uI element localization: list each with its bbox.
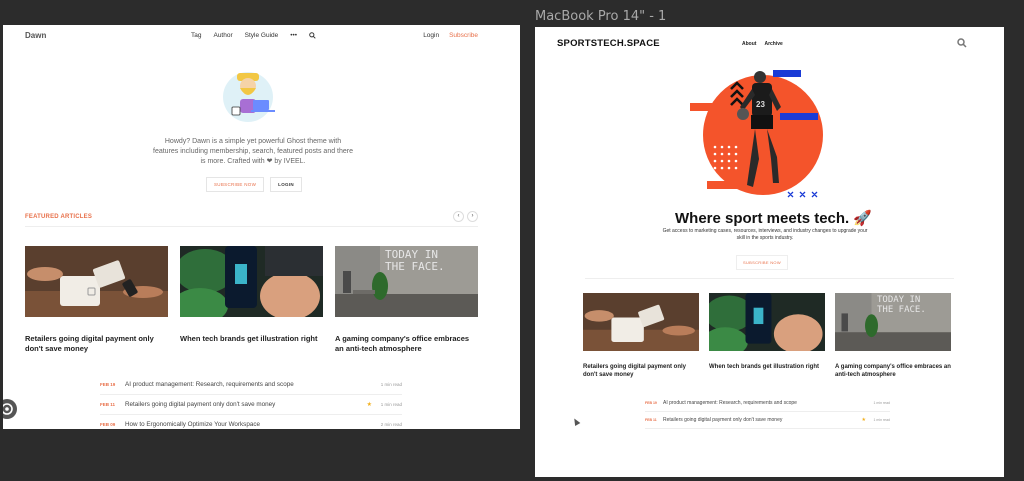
post-title[interactable]: AI product management: Research, require… [125, 381, 294, 388]
card-image [172, 246, 323, 324]
jersey-number: 23 [756, 100, 765, 109]
login-link[interactable]: Login [423, 32, 439, 39]
post-title[interactable]: How to Ergonomically Optimize Your Works… [125, 421, 260, 428]
card-title[interactable]: Retailers going digital payment only don… [25, 334, 168, 353]
post-date: FEB 11 [100, 402, 116, 407]
list-item[interactable]: FEB 11 Retailers going digital payment o… [645, 412, 890, 429]
nav-tag[interactable]: Tag [191, 32, 201, 39]
login-button[interactable]: LOGIN [270, 177, 302, 192]
nav-author[interactable]: Author [213, 32, 232, 39]
intro-text: Howdy? Dawn is a simple yet powerful Gho… [153, 138, 354, 165]
read-time: 1 min read [380, 382, 402, 387]
post-title[interactable]: AI product management: Research, require… [663, 400, 797, 406]
hero-basketball-illustration: 23 [690, 70, 823, 198]
sportstech-logo[interactable]: SPORTSTECH.SPACE [557, 38, 660, 49]
search-icon[interactable] [957, 38, 967, 48]
chevron-left-icon[interactable]: ‹ [453, 211, 464, 222]
wall-text: TODAY IN THE FACE. [877, 295, 926, 315]
author-illustration [223, 70, 281, 122]
post-date: FEB 09 [100, 422, 116, 427]
list-item[interactable]: FEB 19 AI product management: Research, … [645, 395, 890, 412]
dawn-logo[interactable]: Dawn [25, 31, 46, 40]
post-title[interactable]: Retailers going digital payment only don… [125, 401, 275, 408]
subscribe-link[interactable]: Subscribe [449, 32, 478, 39]
featured-heading: FEATURED ARTICLES [25, 214, 93, 220]
subscribe-now-button[interactable]: SUBSCRIBE NOW [736, 255, 788, 270]
auth-links: Login Subscribe [423, 32, 478, 39]
read-time: 1 min read [873, 418, 890, 422]
divider [25, 226, 478, 227]
featured-card[interactable]: TODAY IN THE FACE. A gaming company's of… [335, 246, 478, 353]
search-icon[interactable] [309, 32, 316, 39]
subheadline: Get access to marketing cases, resources… [662, 228, 868, 241]
read-time: 2 min read [380, 422, 402, 427]
nav-style-guide[interactable]: Style Guide [245, 32, 279, 39]
sportstech-menu: About Archive [742, 41, 783, 47]
featured-card[interactable]: Retailers going digital payment only don… [25, 246, 168, 353]
intro-buttons: SUBSCRIBE NOW LOGIN [206, 177, 302, 192]
nav-about[interactable]: About [742, 41, 756, 47]
frame-title: MacBook Pro 14" - 1 [535, 9, 667, 24]
dawn-frame: Dawn Tag Author Style Guide ••• Login Su… [3, 25, 520, 429]
featured-card[interactable]: When tech brands get illustration right [702, 293, 825, 372]
post-date: FEB 19 [100, 382, 116, 387]
post-title[interactable]: Retailers going digital payment only don… [663, 417, 782, 423]
star-icon: ★ [366, 402, 372, 408]
chevron-right-icon[interactable]: › [467, 211, 478, 222]
card-image [25, 246, 168, 317]
wall-text: TODAY IN THE FACE. [385, 248, 445, 273]
dawn-menu: Tag Author Style Guide ••• [191, 32, 316, 39]
list-item[interactable]: FEB 19 AI product management: Research, … [100, 375, 402, 395]
subscribe-now-button[interactable]: SUBSCRIBE NOW [206, 177, 265, 192]
card-image [702, 293, 825, 357]
carousel-arrows: ‹ › [453, 211, 478, 222]
read-time: 1 min read [873, 401, 890, 405]
read-time: 1 min read [380, 402, 402, 407]
card-title[interactable]: A gaming company's office embraces an an… [835, 364, 951, 379]
nav-more[interactable]: ••• [290, 32, 297, 39]
post-date: FEB 11 [645, 418, 657, 422]
nav-archive[interactable]: Archive [764, 41, 782, 47]
featured-card[interactable]: When tech brands get illustration right [172, 246, 323, 344]
post-date: FEB 19 [645, 401, 657, 405]
list-item[interactable]: FEB 11 Retailers going digital payment o… [100, 395, 402, 415]
featured-card[interactable]: TODAY IN THE FACE. A gaming company's of… [835, 293, 951, 379]
dawn-navbar: Dawn Tag Author Style Guide ••• Login Su… [3, 31, 520, 45]
featured-card[interactable]: Retailers going digital payment only don… [583, 293, 699, 379]
post-list: FEB 19 AI product management: Research, … [100, 375, 402, 429]
post-list: FEB 19 AI product management: Research, … [645, 395, 890, 429]
list-item[interactable]: FEB 09 How to Ergonomically Optimize You… [100, 415, 402, 429]
card-title[interactable]: A gaming company's office embraces an an… [335, 334, 478, 353]
card-title[interactable]: When tech brands get illustration right [709, 364, 825, 372]
headline: Where sport meets tech. 🚀 [675, 210, 873, 227]
card-title[interactable]: Retailers going digital payment only don… [583, 364, 699, 379]
sportstech-frame: SPORTSTECH.SPACE About Archive 23 Where … [535, 27, 1004, 477]
star-icon: ★ [861, 417, 866, 423]
settings-fab-icon[interactable] [3, 399, 17, 419]
card-image [583, 293, 699, 351]
divider [585, 278, 954, 279]
card-title[interactable]: When tech brands get illustration right [180, 334, 323, 344]
